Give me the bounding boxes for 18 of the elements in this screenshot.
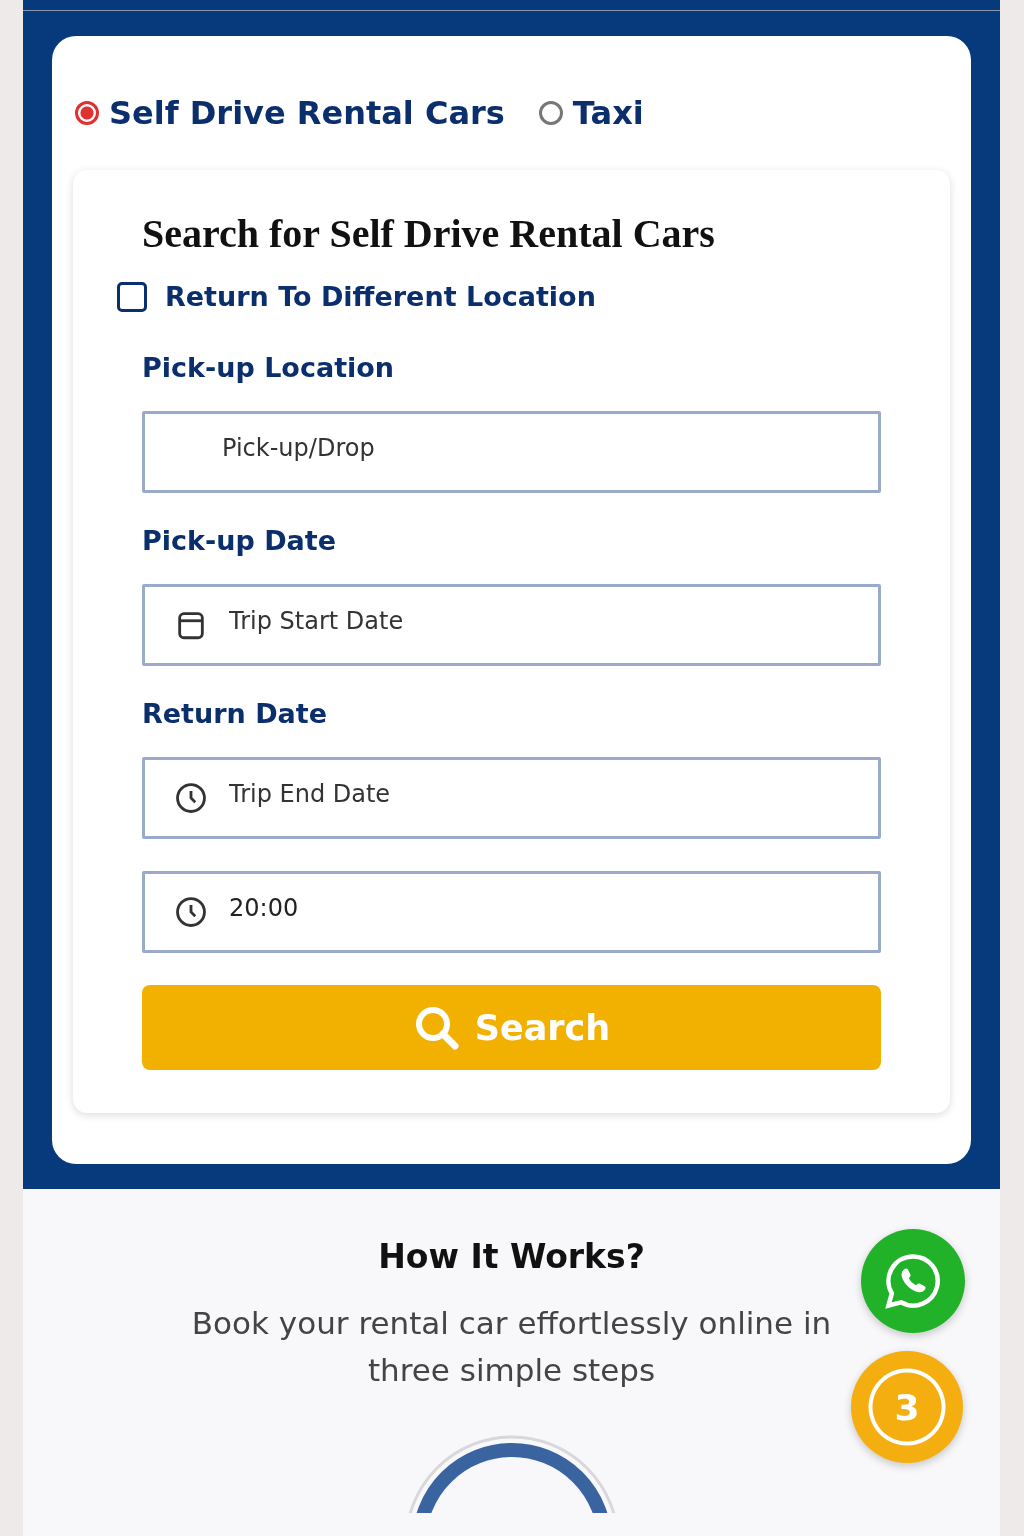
service-type-option[interactable]: Taxi — [538, 94, 644, 132]
service-type-option[interactable]: Self Drive Rental Cars — [75, 94, 505, 132]
input-field[interactable]: Trip End Date — [142, 757, 881, 839]
field-label: Return Date — [142, 698, 329, 729]
field-label: Pick-up Date — [142, 525, 337, 556]
return-location-option[interactable]: Return To Different Location — [117, 281, 881, 312]
input-field[interactable]: Pick-up/Drop — [142, 411, 881, 493]
input-field[interactable]: Trip Start Date — [142, 584, 881, 666]
section-subtitle: Book your rental car effortlessly online in three simple steps — [190, 1304, 833, 1390]
step-badge: 3 — [851, 1351, 963, 1463]
section-title: How It Works? — [377, 1237, 646, 1276]
chat-button[interactable] — [861, 1229, 965, 1333]
form-title: Search for Self Drive Rental Cars — [142, 210, 716, 257]
input-field[interactable]: 20:00 — [142, 871, 881, 953]
radio-button[interactable] — [538, 101, 563, 125]
checkbox[interactable] — [117, 281, 147, 312]
field-label: Pick-up Location — [142, 352, 396, 383]
radio-button[interactable] — [75, 101, 99, 125]
